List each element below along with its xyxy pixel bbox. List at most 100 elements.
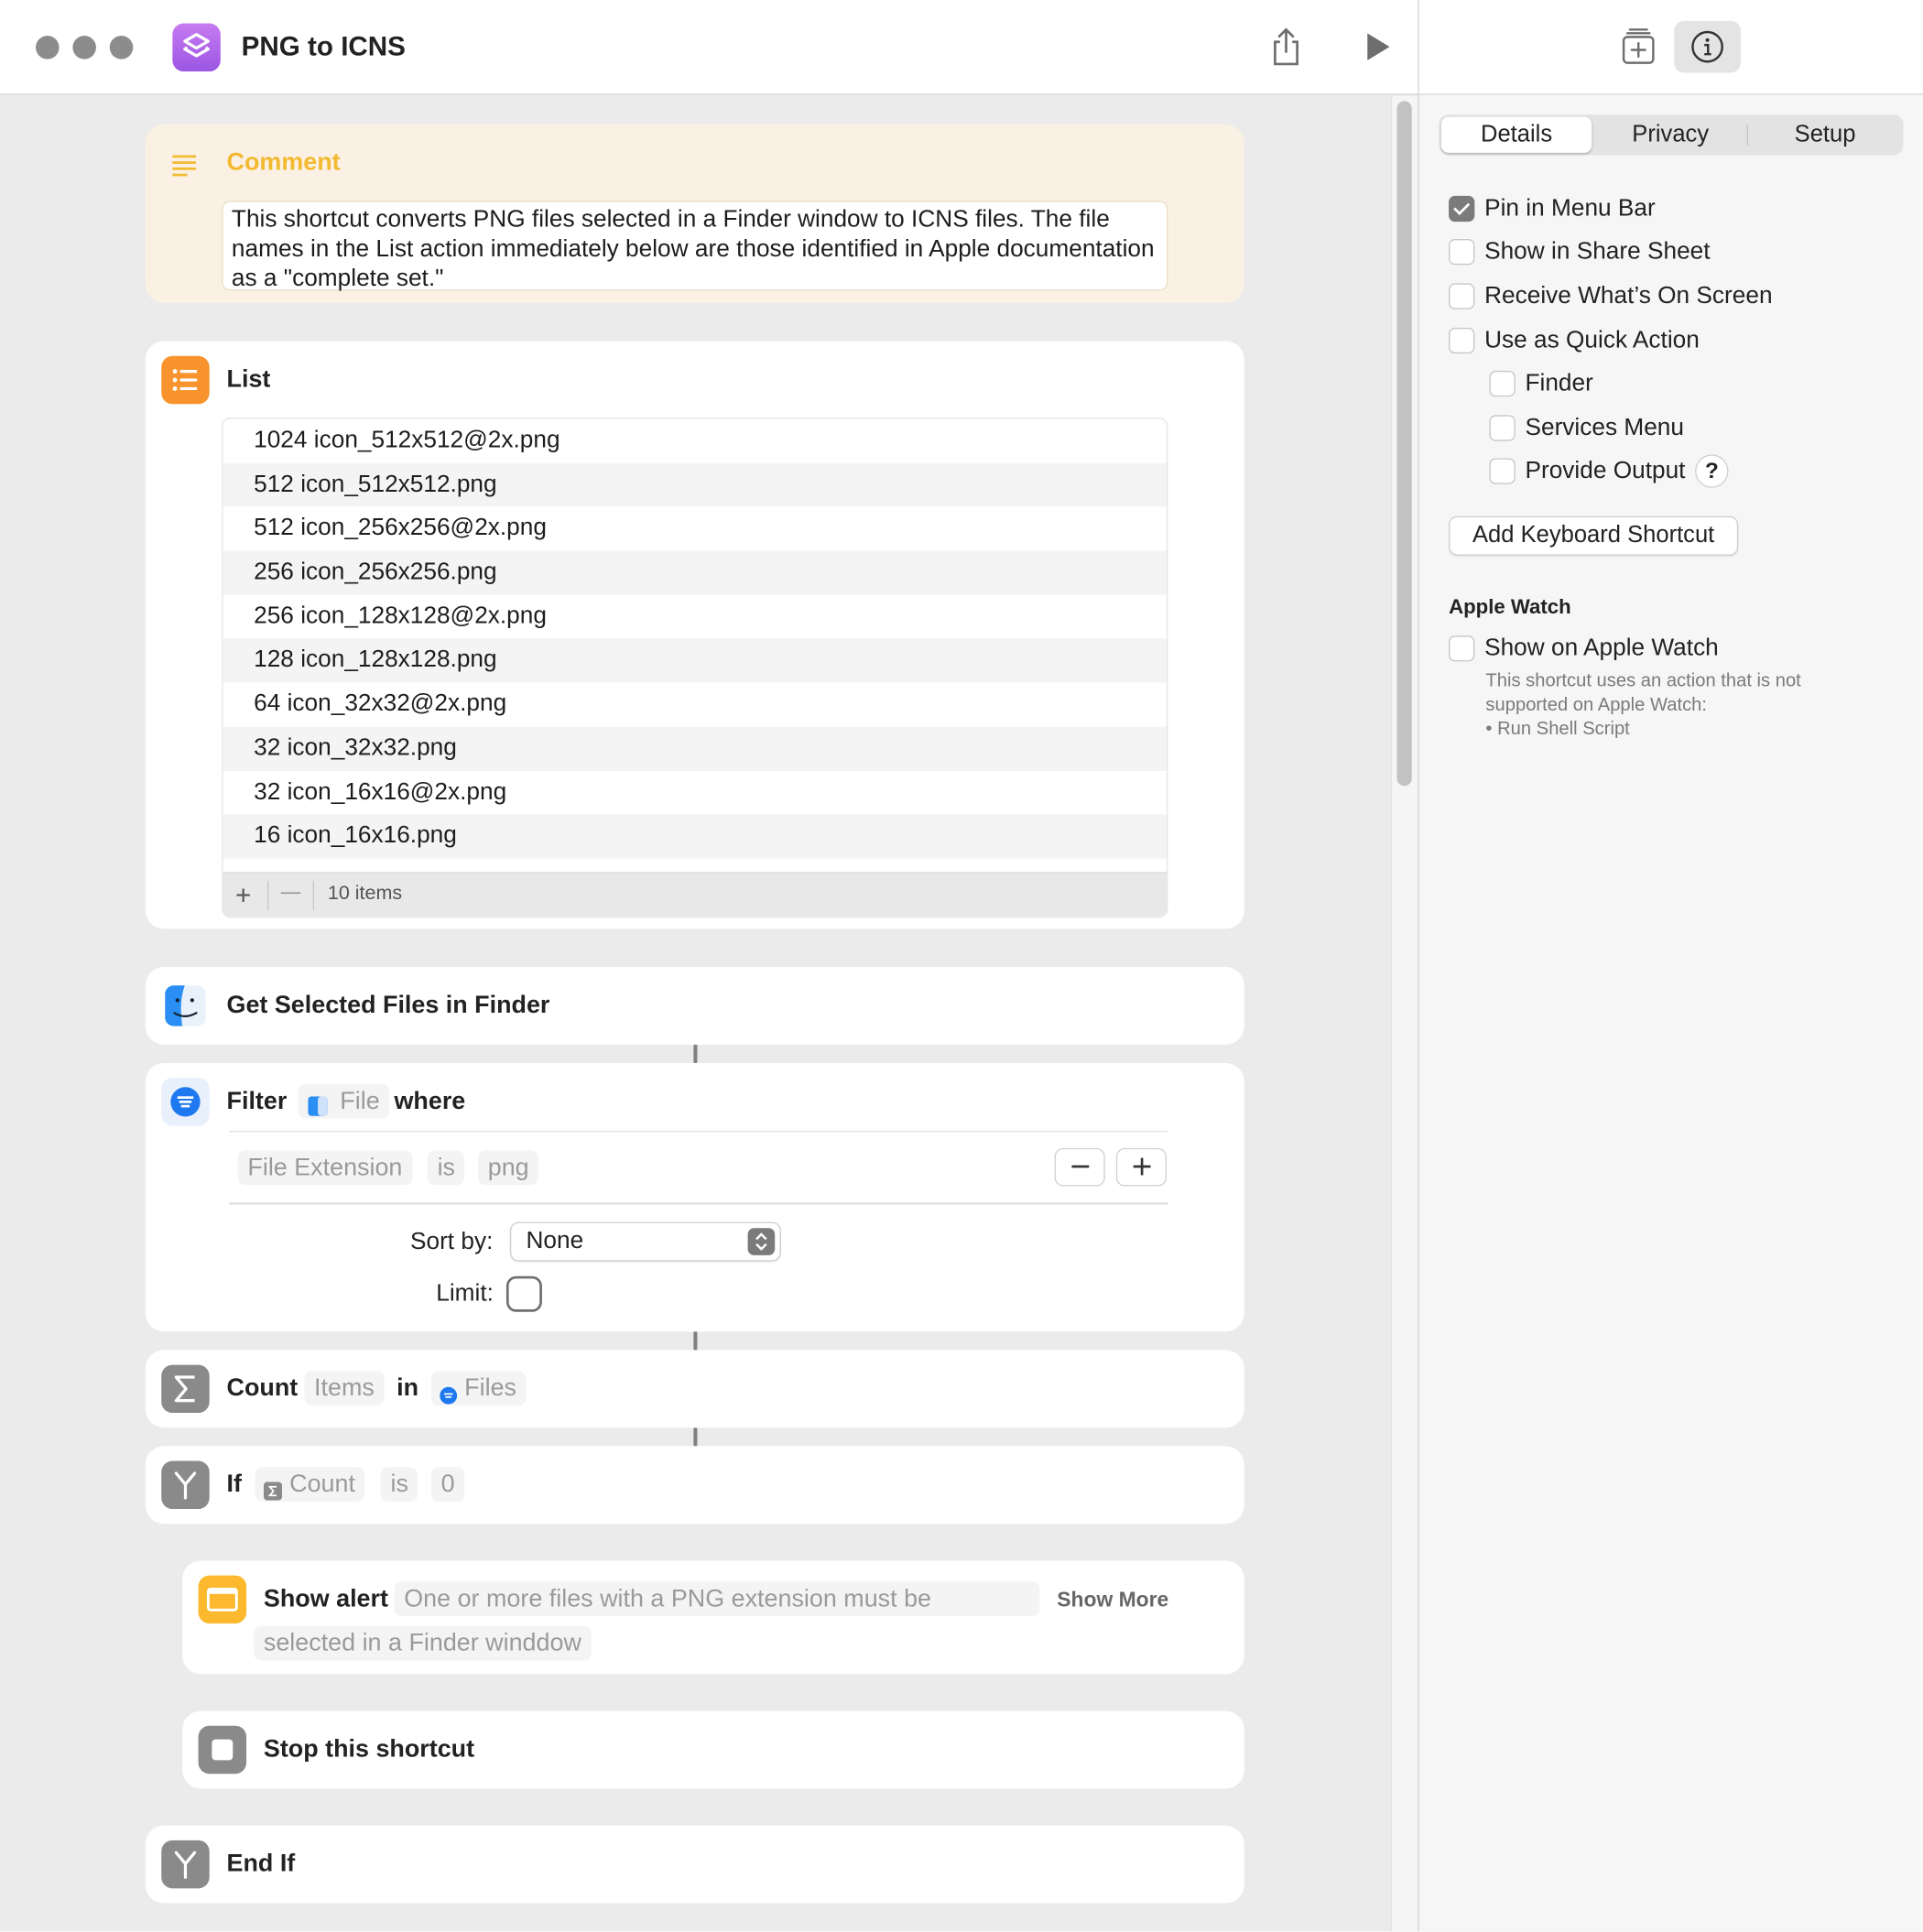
comment-text-field[interactable]: This shortcut converts PNG files selecte… — [222, 201, 1168, 292]
scrollbar-thumb[interactable] — [1396, 101, 1412, 787]
show-on-apple-watch-option[interactable]: Show on Apple Watch — [1449, 632, 1719, 664]
comment-action[interactable]: Comment This shortcut converts PNG files… — [145, 124, 1244, 303]
apple-watch-note: This shortcut uses an action that is not… — [1485, 668, 1879, 741]
provide-output-checkbox[interactable] — [1489, 457, 1516, 484]
play-icon[interactable] — [1355, 25, 1399, 69]
alert-message-line1[interactable]: One or more files with a PNG extension m… — [394, 1581, 1040, 1617]
quick-action-option[interactable]: Use as Quick Action — [1449, 324, 1700, 356]
add-keyboard-shortcut-button[interactable]: Add Keyboard Shortcut — [1449, 516, 1739, 556]
filter-input-label: File — [340, 1087, 380, 1115]
if-value[interactable]: 0 — [430, 1467, 465, 1502]
filter-input-variable[interactable]: File — [298, 1083, 390, 1119]
filter-action[interactable]: Filter File where File Extension is png … — [145, 1062, 1244, 1332]
list-item[interactable]: 512 icon_256x256@2x.png — [223, 506, 1166, 550]
show-in-share-sheet-option[interactable]: Show in Share Sheet — [1449, 235, 1711, 267]
option-label: Show on Apple Watch — [1484, 634, 1719, 661]
if-title: If — [226, 1471, 242, 1498]
title-bar: PNG to ICNS — [0, 0, 1418, 95]
branch-icon — [161, 1460, 210, 1509]
apple-watch-heading: Apple Watch — [1449, 596, 1571, 619]
list-item[interactable]: 32 icon_16x16@2x.png — [223, 770, 1166, 814]
list-action[interactable]: List 1024 icon_512x512@2x.png 512 icon_5… — [145, 341, 1244, 929]
condition-property[interactable]: File Extension — [237, 1150, 413, 1186]
share-icon[interactable] — [1264, 25, 1308, 69]
list-item[interactable]: 256 icon_256x256.png — [223, 550, 1167, 595]
add-action-icon[interactable] — [1615, 24, 1662, 71]
note-line: • Run Shell Script — [1485, 718, 1630, 740]
option-label: Receive What’s On Screen — [1484, 281, 1773, 309]
shortcut-icon[interactable] — [172, 23, 221, 72]
flow-connector — [693, 1427, 698, 1447]
show-alert-action[interactable]: Show alert One or more files with a PNG … — [182, 1560, 1244, 1675]
condition-operator[interactable]: is — [427, 1150, 465, 1186]
services-menu-checkbox[interactable] — [1489, 414, 1516, 440]
count-action[interactable]: Count Items in Files — [145, 1350, 1244, 1428]
filter-icon — [161, 1078, 210, 1126]
condition-value[interactable]: png — [477, 1150, 539, 1186]
tab-privacy[interactable]: Privacy — [1594, 117, 1747, 153]
filter-divider — [229, 1130, 1168, 1133]
list-item[interactable]: 32 icon_32x32.png — [223, 726, 1167, 771]
stop-title: Stop this shortcut — [263, 1735, 475, 1764]
get-selected-files-action[interactable]: Get Selected Files in Finder — [145, 967, 1244, 1045]
provide-output-option[interactable]: Provide Output ? — [1489, 453, 1729, 488]
list-item[interactable]: 64 icon_32x32@2x.png — [223, 682, 1166, 726]
limit-label: Limit: — [436, 1279, 494, 1308]
zoom-window-button[interactable] — [109, 36, 134, 60]
alert-message-line2[interactable]: selected in a Finder winddow — [254, 1625, 592, 1661]
receive-on-screen-option[interactable]: Receive What’s On Screen — [1449, 279, 1773, 311]
branch-icon — [161, 1840, 210, 1889]
if-variable-label: Count — [289, 1471, 355, 1498]
info-button[interactable] — [1674, 20, 1741, 73]
list-item[interactable]: 512 icon_512x512.png — [223, 462, 1167, 507]
remove-condition-button[interactable] — [1054, 1147, 1105, 1187]
option-label: Pin in Menu Bar — [1484, 193, 1656, 222]
help-button[interactable]: ? — [1695, 453, 1729, 488]
flow-connector — [693, 1331, 698, 1351]
condition-divider — [229, 1202, 1168, 1205]
sigma-icon — [263, 1476, 283, 1511]
add-item-button[interactable]: + — [235, 880, 251, 912]
option-label: Services Menu — [1525, 413, 1684, 440]
alert-window-icon — [198, 1575, 247, 1624]
list-item[interactable]: 128 icon_128x128.png — [223, 638, 1167, 683]
pin-in-menu-bar-option[interactable]: Pin in Menu Bar — [1449, 192, 1656, 224]
quick-action-checkbox[interactable] — [1449, 327, 1475, 353]
count-type-parameter[interactable]: Items — [304, 1371, 385, 1406]
filter-title: Filter — [226, 1087, 288, 1115]
add-condition-button[interactable] — [1115, 1147, 1167, 1187]
limit-toggle[interactable] — [505, 1275, 542, 1312]
receive-on-screen-checkbox[interactable] — [1449, 282, 1475, 309]
count-input-variable[interactable]: Files — [430, 1371, 527, 1406]
finder-checkbox[interactable] — [1489, 370, 1516, 396]
tab-details[interactable]: Details — [1441, 116, 1592, 153]
quick-action-services-option[interactable]: Services Menu — [1489, 411, 1684, 443]
finder-icon — [161, 982, 209, 1029]
if-operator[interactable]: is — [380, 1467, 418, 1502]
if-variable[interactable]: Count — [255, 1467, 365, 1502]
list-footer: + — 10 items — [223, 872, 1167, 917]
end-if-title: End If — [226, 1850, 296, 1878]
quick-action-finder-option[interactable]: Finder — [1489, 367, 1593, 399]
updown-chevron-icon — [747, 1228, 776, 1255]
sort-by-popup[interactable]: None — [509, 1221, 781, 1262]
stop-shortcut-action[interactable]: Stop this shortcut — [182, 1710, 1244, 1789]
footer-divider — [266, 880, 269, 911]
remove-item-button[interactable]: — — [281, 882, 301, 904]
tab-setup[interactable]: Setup — [1749, 117, 1900, 153]
window-title[interactable]: PNG to ICNS — [242, 31, 406, 63]
show-in-share-sheet-checkbox[interactable] — [1449, 238, 1475, 265]
list-item[interactable]: 1024 icon_512x512@2x.png — [223, 418, 1166, 462]
if-action[interactable]: If Count is 0 — [145, 1446, 1244, 1525]
show-more-button[interactable]: Show More — [1057, 1588, 1168, 1612]
pin-in-menu-bar-checkbox[interactable] — [1449, 195, 1475, 222]
option-label: Provide Output — [1525, 456, 1686, 484]
show-on-apple-watch-checkbox[interactable] — [1449, 635, 1475, 661]
list-items-table: 1024 icon_512x512@2x.png 512 icon_512x51… — [222, 418, 1168, 918]
note-line: This shortcut uses an action that is not — [1485, 669, 1801, 691]
list-item[interactable]: 16 icon_16x16.png — [223, 814, 1167, 859]
close-window-button[interactable] — [36, 36, 60, 60]
end-if-action[interactable]: End If — [145, 1825, 1244, 1904]
list-item[interactable]: 256 icon_128x128@2x.png — [223, 594, 1166, 638]
minimize-window-button[interactable] — [72, 36, 96, 60]
